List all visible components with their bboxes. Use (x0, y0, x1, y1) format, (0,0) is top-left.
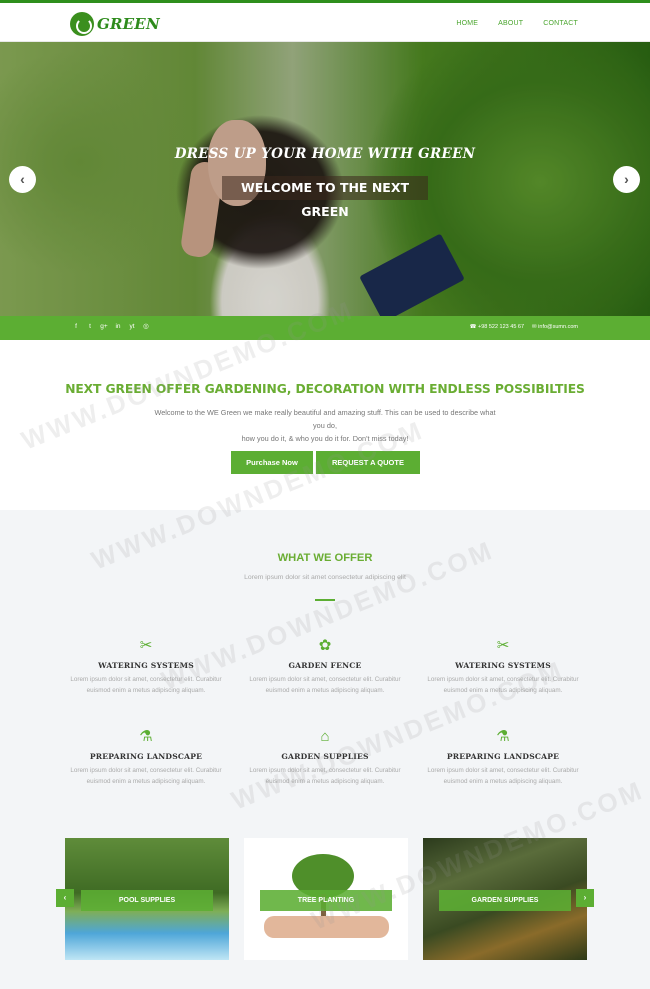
main-nav: HOME ABOUT CONTACT (456, 20, 578, 27)
intro-text-line1: Welcome to the WE Green we make really b… (154, 408, 496, 430)
google-plus-icon[interactable]: g+ (99, 322, 109, 332)
hero-title: WELCOME TO THE NEXT GREEN (222, 176, 428, 219)
feature-title: PREPARING LANDSCAPE (89, 752, 203, 761)
recycle-logo-icon (70, 12, 94, 36)
linkedin-icon[interactable]: in (113, 322, 123, 332)
intro-text: Welcome to the WE Green we make really b… (150, 406, 500, 445)
chevron-left-icon[interactable]: ‹ (9, 166, 36, 193)
feature-item: ⚗ PREPARING LANDSCAPE Lorem ipsum dolor … (66, 727, 226, 787)
chevron-right-icon[interactable]: › (576, 889, 594, 907)
feature-text: Lorem ipsum dolor sit amet, consectetur … (249, 676, 401, 694)
feature-item: ⚗ PREPARING LANDSCAPE Lorem ipsum dolor … (423, 727, 583, 787)
site-header: GREEN HOME ABOUT CONTACT (0, 3, 650, 42)
feature-title: GARDEN FENCE (288, 661, 362, 670)
contact-info: ☎ +98 522 123 45 67 ✉ info@sumn.com (470, 324, 578, 330)
facebook-icon[interactable]: f (71, 322, 81, 332)
hero-subtitle: DRESS UP YOUR HOME WITH GREEN (174, 146, 476, 162)
email-link[interactable]: ✉ info@sumn.com (532, 324, 578, 330)
hero-slider: DRESS UP YOUR HOME WITH GREEN WELCOME TO… (0, 42, 650, 316)
chevron-right-icon[interactable]: › (613, 166, 640, 193)
card-label: POOL SUPPLIES (81, 890, 213, 911)
spray-bottle-icon: ⚗ (139, 728, 153, 745)
nav-home[interactable]: HOME (456, 20, 478, 27)
feature-title: PREPARING LANDSCAPE (446, 752, 560, 761)
logo[interactable]: GREEN (70, 12, 160, 36)
phone-text: ☎ +98 522 123 45 67 (469, 324, 525, 330)
logo-text: GREEN (97, 15, 160, 33)
card-label: GARDEN SUPPLIES (439, 890, 571, 911)
nav-contact[interactable]: CONTACT (543, 20, 578, 27)
dribbble-icon[interactable]: ◎ (141, 322, 151, 332)
feature-text: Lorem ipsum dolor sit amet, consectetur … (427, 767, 579, 785)
scissors-icon: ✂ (496, 637, 510, 654)
gallery-card-pool[interactable]: POOL SUPPLIES (65, 838, 229, 960)
social-icons: f t g+ in yt ◎ (71, 322, 151, 332)
chevron-left-icon[interactable]: ‹ (56, 889, 74, 907)
twitter-icon[interactable]: t (85, 322, 95, 332)
feature-text: Lorem ipsum dolor sit amet, consectetur … (70, 767, 222, 785)
youtube-icon[interactable]: yt (127, 322, 137, 332)
nav-about[interactable]: ABOUT (498, 20, 523, 27)
